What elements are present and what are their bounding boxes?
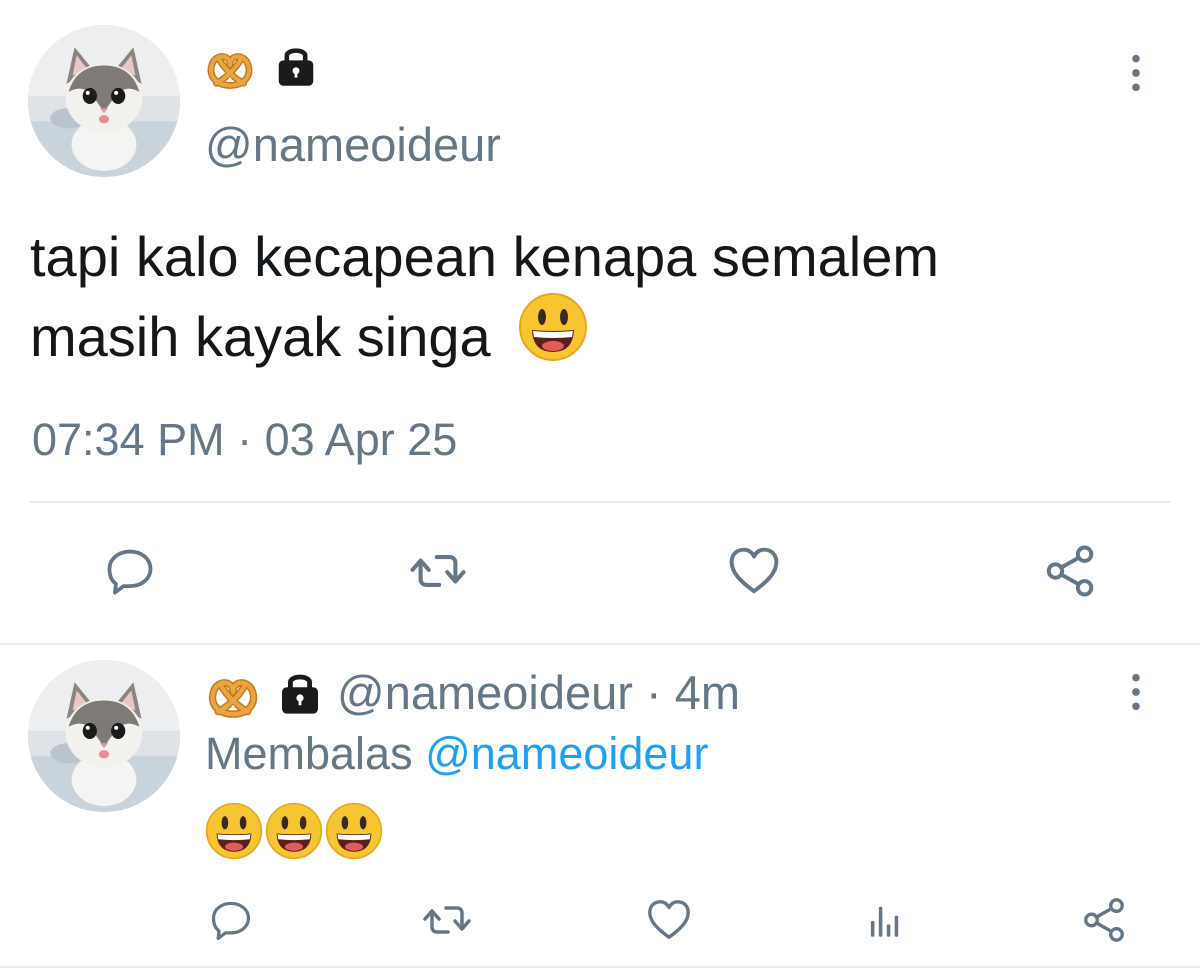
- more-options-icon[interactable]: [1116, 43, 1156, 103]
- grinning-face-emoji-icon: [325, 802, 383, 862]
- replying-to: Membalas @nameoideur: [205, 726, 708, 782]
- reply-avatar[interactable]: [28, 660, 180, 812]
- replying-label: Membalas: [205, 728, 413, 779]
- share-icon: [1080, 896, 1128, 949]
- retweet-icon: [422, 895, 472, 950]
- replying-to-link[interactable]: @nameoideur: [425, 728, 708, 779]
- tweet-text-line-1: tapi kalo kecapean kenapa semalem: [30, 225, 940, 288]
- avatar[interactable]: [28, 25, 180, 177]
- reply-handle[interactable]: @nameoideur: [337, 665, 633, 720]
- reply-share-button[interactable]: [1077, 895, 1131, 949]
- share-button[interactable]: [1040, 543, 1100, 603]
- timestamp[interactable]: 07:34 PM · 03 Apr 25: [32, 412, 457, 468]
- bottom-divider: [0, 966, 1200, 968]
- reply-like-button[interactable]: [642, 895, 696, 949]
- lock-icon: [272, 42, 320, 88]
- reply-more-options-icon[interactable]: [1116, 662, 1156, 722]
- reply-analytics-button[interactable]: [858, 895, 912, 949]
- grinning-face-emoji-icon: [205, 802, 263, 862]
- like-button[interactable]: [724, 543, 784, 603]
- share-icon: [1042, 543, 1098, 604]
- section-divider: [0, 643, 1200, 645]
- reply-text: [205, 802, 383, 862]
- retweet-button[interactable]: [408, 543, 468, 603]
- tweet-text: tapi kalo kecapean kenapa semalem masih …: [30, 218, 1170, 386]
- reply-reply-button[interactable]: [204, 895, 258, 949]
- tweet-text-line-2-text: masih kayak singa: [30, 304, 491, 368]
- like-icon: [726, 543, 782, 604]
- reply-time[interactable]: 4m: [675, 665, 740, 720]
- grinning-face-emoji-icon: [518, 292, 588, 382]
- like-icon: [645, 896, 693, 949]
- reply-icon: [103, 544, 157, 603]
- lock-icon: [275, 668, 325, 716]
- grinning-face-emoji-icon: [265, 802, 323, 862]
- pretzel-emoji-icon: [204, 40, 256, 90]
- reply-icon: [208, 897, 254, 948]
- retweet-icon: [409, 542, 467, 605]
- divider: [30, 501, 1170, 503]
- analytics-icon: [863, 898, 907, 947]
- tweet-text-line-2: masih kayak singa: [30, 296, 1170, 386]
- reply-header: @nameoideur · 4m: [205, 664, 740, 720]
- user-handle[interactable]: @nameoideur: [205, 116, 501, 174]
- pretzel-emoji-icon: [205, 665, 261, 719]
- reply-retweet-button[interactable]: [420, 895, 474, 949]
- reply-separator: ·: [632, 665, 675, 719]
- reply-button[interactable]: [100, 543, 160, 603]
